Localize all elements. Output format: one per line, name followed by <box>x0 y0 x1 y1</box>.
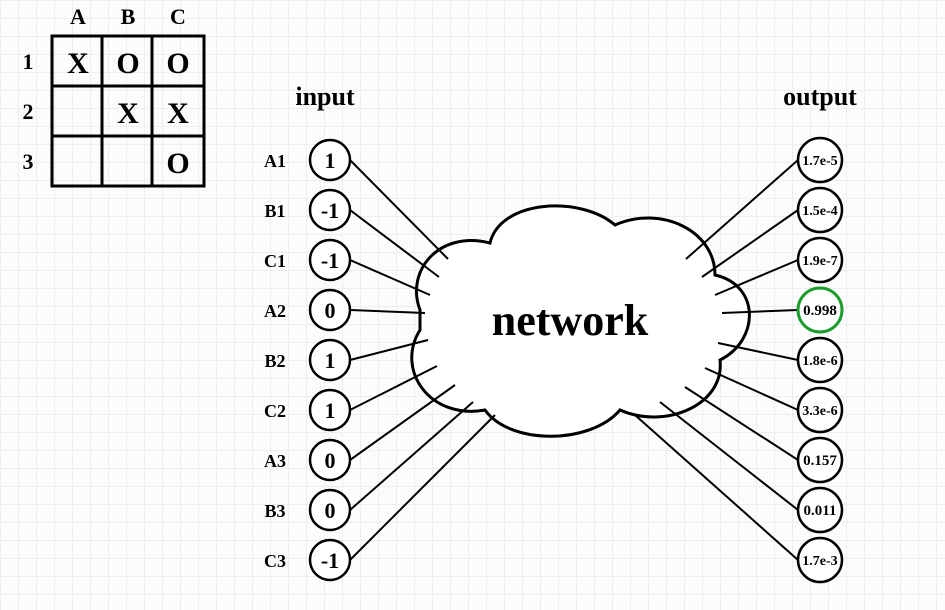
edge <box>715 260 798 295</box>
col-b-label: B <box>121 4 136 29</box>
edge <box>685 387 798 460</box>
input-value: 1 <box>325 348 336 373</box>
row-2-label: 2 <box>23 99 34 124</box>
edge <box>350 415 495 560</box>
col-c-label: C <box>170 4 186 29</box>
col-a-label: A <box>70 4 86 29</box>
edge <box>350 385 455 460</box>
input-value: -1 <box>321 248 339 273</box>
output-value: 0.157 <box>803 453 837 469</box>
row-3-label: 3 <box>23 149 34 174</box>
cell-a1: X <box>67 47 89 80</box>
input-label: B3 <box>264 501 285 521</box>
output-value: 3.3e-6 <box>802 404 837 419</box>
input-header: input <box>295 82 355 111</box>
output-value: 1.8e-6 <box>802 354 837 369</box>
input-label: A2 <box>264 301 286 321</box>
output-value: 1.9e-7 <box>802 254 837 269</box>
input-label: A3 <box>264 451 286 471</box>
input-value: 1 <box>325 398 336 423</box>
cell-c3: O <box>166 147 189 180</box>
edge <box>635 415 798 560</box>
input-label: A1 <box>264 151 286 171</box>
input-value: 1 <box>325 148 336 173</box>
cell-b1: O <box>116 47 139 80</box>
cell-c2: X <box>167 97 189 130</box>
edge <box>350 310 425 313</box>
edge <box>686 160 798 259</box>
network-label: network <box>492 296 649 345</box>
edge <box>350 160 448 259</box>
output-value: 1.5e-4 <box>802 204 837 219</box>
edge <box>350 210 439 277</box>
input-label: C1 <box>264 251 286 271</box>
input-label: B2 <box>264 351 285 371</box>
row-1-label: 1 <box>23 49 34 74</box>
output-value: 1.7e-3 <box>802 554 837 569</box>
input-value: -1 <box>321 198 339 223</box>
cell-c1: O <box>166 47 189 80</box>
input-value: 0 <box>325 448 336 473</box>
output-value: 0.011 <box>804 503 837 519</box>
edge <box>705 368 798 410</box>
input-value: 0 <box>325 298 336 323</box>
input-label: C2 <box>264 401 286 421</box>
input-value: -1 <box>321 548 339 573</box>
cell-b2: X <box>117 97 139 130</box>
output-header: output <box>783 82 857 111</box>
output-value: 1.7e-5 <box>802 154 837 169</box>
output-value: 0.998 <box>803 303 837 319</box>
input-label: C3 <box>264 551 286 571</box>
input-value: 0 <box>325 498 336 523</box>
input-label: B1 <box>264 201 285 221</box>
